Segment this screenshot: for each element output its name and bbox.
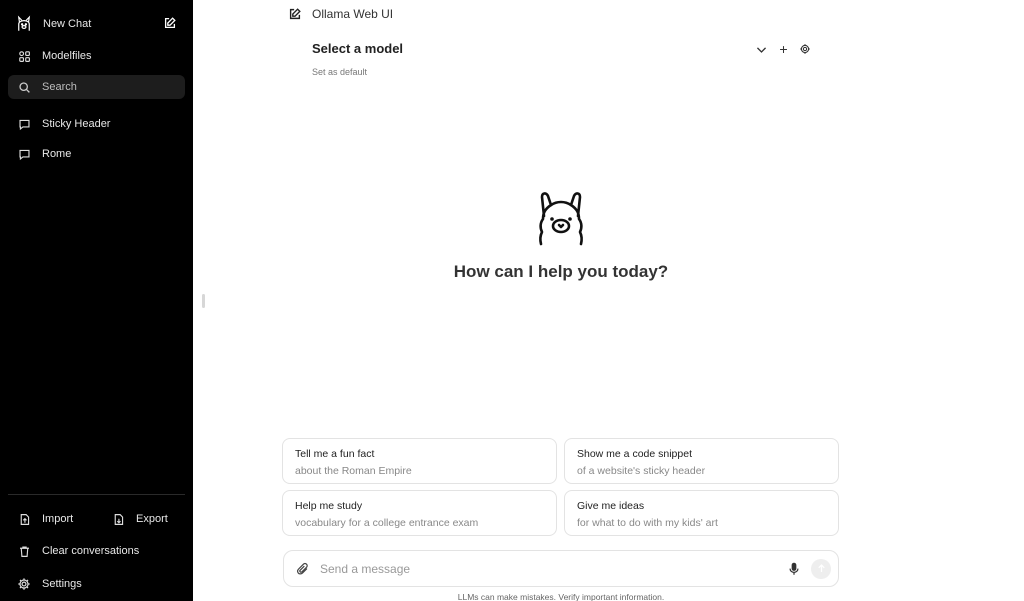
- edit-icon[interactable]: [288, 7, 302, 21]
- top-bar: Ollama Web UI: [288, 6, 393, 22]
- suggestion-title: Show me a code snippet: [577, 448, 692, 460]
- sidebar: New Chat Modelfiles Search Sticky Header…: [0, 0, 193, 601]
- sidebar-item-label: Modelfiles: [42, 50, 92, 62]
- export-icon: [110, 511, 126, 527]
- export-button[interactable]: Export: [102, 506, 182, 532]
- arrow-up-icon: [817, 564, 825, 572]
- suggestion-card[interactable]: Give me ideas for what to do with my kid…: [564, 490, 839, 536]
- gear-icon[interactable]: [798, 42, 812, 56]
- model-controls: [754, 42, 812, 56]
- message-composer: [283, 550, 839, 587]
- settings-label: Settings: [42, 578, 82, 590]
- suggestion-subtitle: about the Roman Empire: [295, 465, 412, 477]
- plus-icon[interactable]: [776, 42, 790, 56]
- clear-conversations-button[interactable]: Clear conversations: [8, 538, 185, 564]
- trash-icon: [16, 543, 32, 559]
- import-label: Import: [42, 513, 74, 525]
- suggestion-card[interactable]: Show me a code snippet of a website's st…: [564, 438, 839, 484]
- gear-icon: [16, 576, 32, 592]
- suggestion-subtitle: of a website's sticky header: [577, 465, 706, 477]
- mic-icon[interactable]: [787, 562, 801, 576]
- sidebar-resize-handle[interactable]: [202, 294, 205, 308]
- welcome-heading: How can I help you today?: [453, 262, 669, 281]
- import-button[interactable]: Import: [8, 506, 88, 532]
- sidebar-item-modelfiles[interactable]: Modelfiles: [8, 43, 185, 69]
- message-input[interactable]: [320, 561, 787, 576]
- chat-item-sticky-header[interactable]: Sticky Header: [8, 111, 185, 137]
- suggestion-card[interactable]: Help me study vocabulary for a college e…: [282, 490, 557, 536]
- disclaimer-text: LLMs can make mistakes. Verify important…: [457, 592, 665, 601]
- grid-icon: [16, 48, 32, 64]
- clear-conversations-label: Clear conversations: [42, 545, 140, 557]
- suggestion-title: Tell me a fun fact: [295, 448, 375, 460]
- new-chat-button[interactable]: New Chat: [8, 11, 185, 37]
- send-button[interactable]: [811, 558, 831, 579]
- set-as-default-link[interactable]: Set as default: [312, 67, 367, 77]
- suggestion-card[interactable]: Tell me a fun fact about the Roman Empir…: [282, 438, 557, 484]
- edit-icon[interactable]: [163, 16, 177, 30]
- chevron-down-icon[interactable]: [754, 42, 768, 56]
- new-chat-label: New Chat: [43, 18, 92, 30]
- chat-item-rome[interactable]: Rome: [8, 141, 185, 167]
- suggestion-title: Give me ideas: [577, 500, 645, 512]
- chat-bubble-icon: [16, 146, 32, 162]
- chat-item-label: Sticky Header: [42, 118, 111, 130]
- suggestion-subtitle: vocabulary for a college entrance exam: [295, 517, 479, 529]
- chat-bubble-icon: [16, 116, 32, 132]
- search-icon: [16, 79, 32, 95]
- search-input[interactable]: Search: [8, 75, 185, 99]
- suggestion-subtitle: for what to do with my kids' art: [577, 517, 718, 529]
- suggestion-title: Help me study: [295, 500, 363, 512]
- settings-button[interactable]: Settings: [8, 571, 185, 597]
- search-placeholder: Search: [42, 81, 77, 93]
- chat-item-label: Rome: [42, 148, 72, 160]
- app-title: Ollama Web UI: [312, 7, 394, 21]
- export-label: Export: [136, 513, 168, 525]
- ollama-logo-icon: [17, 15, 31, 31]
- ollama-logo-icon: [539, 192, 583, 246]
- sidebar-divider: [8, 494, 185, 495]
- model-select[interactable]: Select a model: [312, 41, 403, 56]
- paperclip-icon[interactable]: [296, 562, 310, 576]
- import-icon: [16, 511, 32, 527]
